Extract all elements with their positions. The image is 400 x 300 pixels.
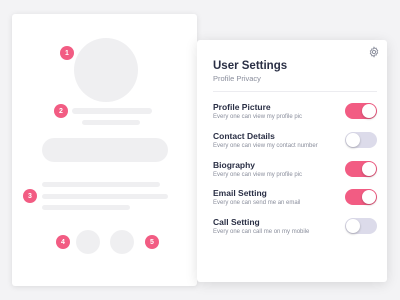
toggle-knob — [362, 104, 376, 118]
bio-line-placeholder — [42, 205, 130, 210]
setting-row-biography: Biography Every one can view my profile … — [213, 160, 377, 182]
settings-title: User Settings — [213, 60, 288, 72]
setting-label: Profile Picture — [213, 102, 271, 112]
toggle-knob — [346, 219, 360, 233]
setting-row-contact-details: Contact Details Every one can view my co… — [213, 131, 377, 153]
marker-badge: 4 — [56, 235, 70, 249]
setting-row-profile-picture: Profile Picture Every one can view my pr… — [213, 102, 377, 124]
marker-badge: 3 — [23, 189, 37, 203]
profile-wireframe-card: 1 2 3 4 5 — [12, 14, 197, 286]
divider — [213, 91, 377, 92]
setting-label: Call Setting — [213, 217, 260, 227]
setting-description: Every one can view my profile pic — [213, 172, 303, 178]
setting-description: Every one can call me on my mobile — [213, 229, 310, 235]
bio-line-placeholder — [42, 182, 160, 187]
call-icon-placeholder — [110, 230, 134, 254]
marker-badge: 2 — [54, 104, 68, 118]
subtitle-line-placeholder — [82, 120, 140, 125]
setting-label: Email Setting — [213, 188, 267, 198]
profile-picture-toggle[interactable] — [345, 103, 377, 119]
setting-row-email-setting: Email Setting Every one can send me an e… — [213, 188, 377, 210]
setting-label: Biography — [213, 160, 256, 170]
gear-icon[interactable] — [368, 46, 380, 58]
button-placeholder — [42, 138, 168, 162]
email-icon-placeholder — [76, 230, 100, 254]
user-settings-card: User Settings Profile Privacy Profile Pi… — [197, 40, 387, 282]
setting-description: Every one can send me an email — [213, 200, 301, 206]
settings-subtitle: Profile Privacy — [213, 74, 261, 83]
toggle-knob — [362, 190, 376, 204]
contact-details-toggle[interactable] — [345, 132, 377, 148]
email-setting-toggle[interactable] — [345, 189, 377, 205]
biography-toggle[interactable] — [345, 161, 377, 177]
toggle-knob — [362, 162, 376, 176]
avatar-placeholder — [74, 38, 138, 102]
setting-row-call-setting: Call Setting Every one can call me on my… — [213, 217, 377, 239]
setting-description: Every one can view my contact number — [213, 143, 318, 149]
call-setting-toggle[interactable] — [345, 218, 377, 234]
bio-line-placeholder — [42, 194, 168, 199]
marker-badge: 1 — [60, 46, 74, 60]
name-line-placeholder — [72, 108, 152, 114]
setting-label: Contact Details — [213, 131, 275, 141]
marker-badge: 5 — [145, 235, 159, 249]
toggle-knob — [346, 133, 360, 147]
setting-description: Every one can view my profile pic — [213, 114, 303, 120]
